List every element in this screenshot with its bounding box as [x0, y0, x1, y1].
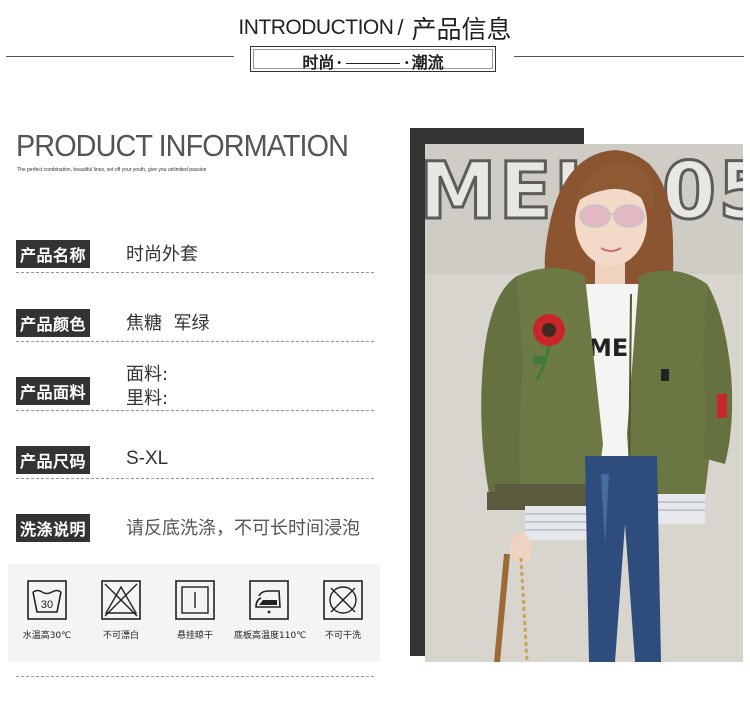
wash-caption: 水温高30℃ — [22, 631, 72, 641]
wash-caption: 悬挂晾干 — [176, 631, 213, 641]
tag-dot-left: · — [336, 53, 342, 72]
wash-item: 悬挂晾干 — [160, 580, 230, 641]
row-divider — [16, 272, 374, 273]
info-value: 请反底洗涤，不可长时间浸泡 — [126, 518, 360, 539]
wash-caption: 不可漂白 — [102, 631, 139, 641]
product-info-title: PRODUCT INFORMATION — [16, 128, 349, 163]
info-label: 产品面料 — [16, 377, 91, 405]
wash-care-panel: 30 水温高30℃ 不可漂白 悬挂晾干 底板高温度110℃ 不可干洗 — [8, 564, 380, 662]
info-value: 时尚外套 — [126, 244, 198, 265]
tag-left: 时尚 — [302, 53, 335, 72]
wash-30-icon: 30 — [27, 580, 67, 620]
wash-caption: 底板高温度110℃ — [234, 631, 307, 641]
product-info-subtitle: The perfect combination, beautiful lines… — [17, 167, 207, 173]
header-title: INTRODUCTION / 产品信息 — [0, 10, 750, 46]
tag-dot-right: · — [404, 53, 410, 72]
info-label: 产品颜色 — [16, 309, 91, 337]
row-divider — [16, 478, 374, 479]
header-title-cn: 产品信息 — [411, 15, 512, 44]
info-label: 产品名称 — [16, 240, 91, 268]
info-value: 焦糖 军绿 — [126, 313, 210, 334]
no-bleach-icon — [101, 580, 141, 620]
wash-caption: 不可干洗 — [324, 631, 361, 641]
header-rule-left — [6, 56, 234, 57]
bottom-divider — [16, 676, 374, 677]
product-photo: MEL205 ME — [425, 144, 743, 662]
header-title-en: INTRODUCTION — [238, 16, 394, 39]
header-tagline: 时尚 · · 潮流 — [250, 49, 496, 73]
wash-item: 不可干洗 — [308, 580, 378, 641]
info-value-line2: 里料: — [126, 388, 169, 409]
info-label: 产品尺码 — [16, 446, 91, 474]
info-value: S-XL — [126, 448, 169, 469]
no-dry-clean-icon — [323, 580, 363, 620]
wash-temp-number: 30 — [41, 599, 53, 611]
info-label: 洗涤说明 — [16, 514, 91, 542]
wash-item: 30 水温高30℃ — [12, 580, 82, 641]
info-value-line1: 面料: — [126, 364, 169, 385]
header-rule-right — [514, 56, 744, 57]
tag-blank — [346, 63, 400, 64]
iron-icon — [249, 580, 289, 620]
wash-item: 不可漂白 — [86, 580, 156, 641]
hang-dry-icon — [175, 580, 215, 620]
tag-right: 潮流 — [411, 53, 444, 72]
header-slash: / — [397, 15, 404, 40]
shirt-lettering: ME — [588, 334, 628, 362]
row-divider — [16, 410, 374, 411]
wash-item: 底板高温度110℃ — [234, 580, 307, 641]
row-divider — [16, 341, 374, 342]
